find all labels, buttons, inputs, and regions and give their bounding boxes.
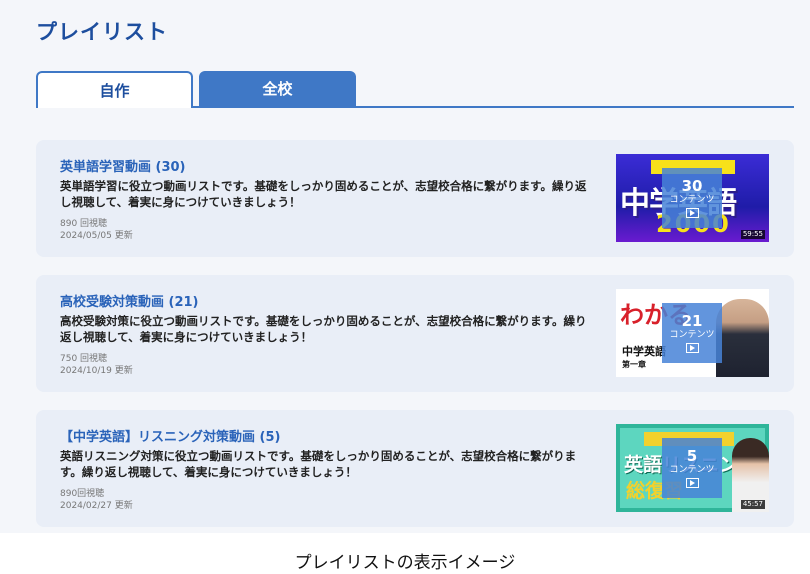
thumbnail-subtitle: 中学英語 — [622, 345, 666, 358]
play-icon — [685, 208, 699, 218]
playlist-description: 高校受験対策に役立つ動画リストです。基礎をしっかり固めることが、志望校合格に繋が… — [60, 314, 587, 344]
content-count-overlay: 5 コンテンツ — [662, 438, 722, 498]
playlist-views: 750 回視聴 — [60, 354, 108, 364]
presenter-image — [716, 299, 769, 377]
playlist-title[interactable]: 【中学英語】リスニング対策動画 (5) — [60, 426, 280, 445]
play-icon — [685, 343, 699, 353]
playlist-views: 890回視聴 — [60, 489, 105, 499]
figure-caption: プレイリストの表示イメージ — [294, 553, 516, 572]
content-count-label: コンテンツ — [669, 195, 715, 205]
content-count-overlay: 21 コンテンツ — [662, 303, 722, 363]
content-count: 30 — [681, 177, 703, 195]
playlist-updated: 2024/02/27 更新 — [60, 501, 133, 511]
tab-bar: 自作 全校 — [36, 71, 794, 108]
thumbnail-chapter: 第一章 — [622, 360, 646, 369]
page-title: プレイリスト — [36, 20, 168, 44]
playlist-panel: プレイリスト 自作 全校 英単語学習動画 (30) 英単語学習に役立つ動画リスト… — [0, 0, 810, 533]
playlist-thumbnail[interactable]: わかる 中学英語 第一章 21 コンテンツ — [616, 289, 769, 377]
tab-zenko[interactable]: 全校 — [199, 71, 356, 106]
content-count-label: コンテンツ — [669, 465, 715, 475]
video-duration: 45:57 — [740, 500, 765, 509]
playlist-description: 英単語学習に役立つ動画リストです。基礎をしっかり固めることが、志望校合格に繋がり… — [60, 179, 587, 209]
playlist-views: 890 回視聴 — [60, 219, 108, 229]
playlist-card[interactable]: 【中学英語】リスニング対策動画 (5) 英語リスニング対策に役立つ動画リストです… — [36, 410, 794, 527]
content-count-label: コンテンツ — [669, 330, 715, 340]
playlist-card[interactable]: 高校受験対策動画 (21) 高校受験対策に役立つ動画リストです。基礎をしっかり固… — [36, 275, 794, 392]
playlist-description: 英語リスニング対策に役立つ動画リストです。基礎をしっかり固めることが、志望校合格… — [60, 449, 577, 479]
playlist-thumbnail[interactable]: 中学英語 2000 30 コンテンツ 59:55 — [616, 154, 769, 242]
playlist-title[interactable]: 英単語学習動画 (30) — [60, 156, 186, 175]
content-count: 5 — [686, 447, 698, 465]
content-count-overlay: 30 コンテンツ — [662, 168, 722, 228]
video-duration: 59:55 — [740, 230, 765, 239]
play-icon — [685, 478, 699, 488]
tab-jisaku[interactable]: 自作 — [36, 71, 193, 108]
playlist-updated: 2024/10/19 更新 — [60, 366, 133, 376]
playlist-thumbnail[interactable]: 英語リスニング 総復習 5 コンテンツ 45:57 — [616, 424, 769, 512]
playlist-card[interactable]: 英単語学習動画 (30) 英単語学習に役立つ動画リストです。基礎をしっかり固める… — [36, 140, 794, 257]
content-count: 21 — [681, 312, 703, 330]
playlist-title[interactable]: 高校受験対策動画 (21) — [60, 291, 199, 310]
playlist-updated: 2024/05/05 更新 — [60, 231, 133, 241]
